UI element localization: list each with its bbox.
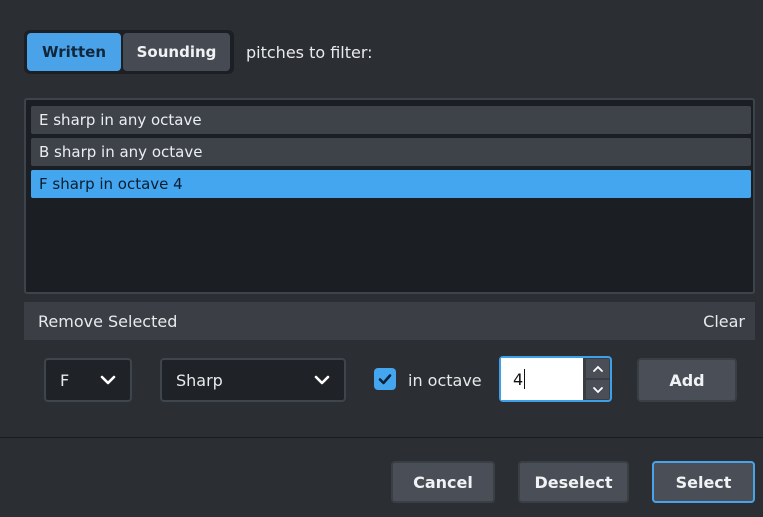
- chevron-down-icon: [100, 375, 116, 385]
- list-action-bar: Remove Selected Clear: [24, 302, 755, 340]
- in-octave-label: in octave: [408, 370, 482, 390]
- accidental-value: Sharp: [176, 370, 223, 390]
- chevron-up-icon: [592, 365, 603, 372]
- note-name-select[interactable]: F: [44, 358, 132, 402]
- chevron-down-icon: [592, 386, 603, 393]
- list-item[interactable]: E sharp in any octave: [31, 106, 751, 134]
- remove-selected-button[interactable]: Remove Selected: [38, 312, 177, 331]
- octave-increment-button[interactable]: [586, 359, 609, 378]
- checkmark-icon: [378, 374, 392, 385]
- octave-decrement-button[interactable]: [586, 380, 609, 399]
- sounding-toggle-button[interactable]: Sounding: [123, 33, 230, 71]
- list-item-selected[interactable]: F sharp in octave 4: [31, 170, 751, 198]
- octave-input[interactable]: 4: [501, 358, 583, 400]
- cancel-button[interactable]: Cancel: [391, 461, 495, 503]
- accidental-select[interactable]: Sharp: [160, 358, 346, 402]
- in-octave-checkbox[interactable]: [374, 368, 396, 390]
- deselect-button[interactable]: Deselect: [518, 461, 629, 503]
- chevron-down-icon: [314, 375, 330, 385]
- footer-divider: [0, 437, 763, 438]
- written-toggle-button[interactable]: Written: [27, 33, 121, 71]
- select-button[interactable]: Select: [652, 461, 755, 503]
- filter-label: pitches to filter:: [246, 42, 373, 62]
- list-item[interactable]: B sharp in any octave: [31, 138, 751, 166]
- clear-button[interactable]: Clear: [703, 312, 745, 331]
- add-button[interactable]: Add: [637, 358, 737, 402]
- note-name-value: F: [60, 370, 70, 390]
